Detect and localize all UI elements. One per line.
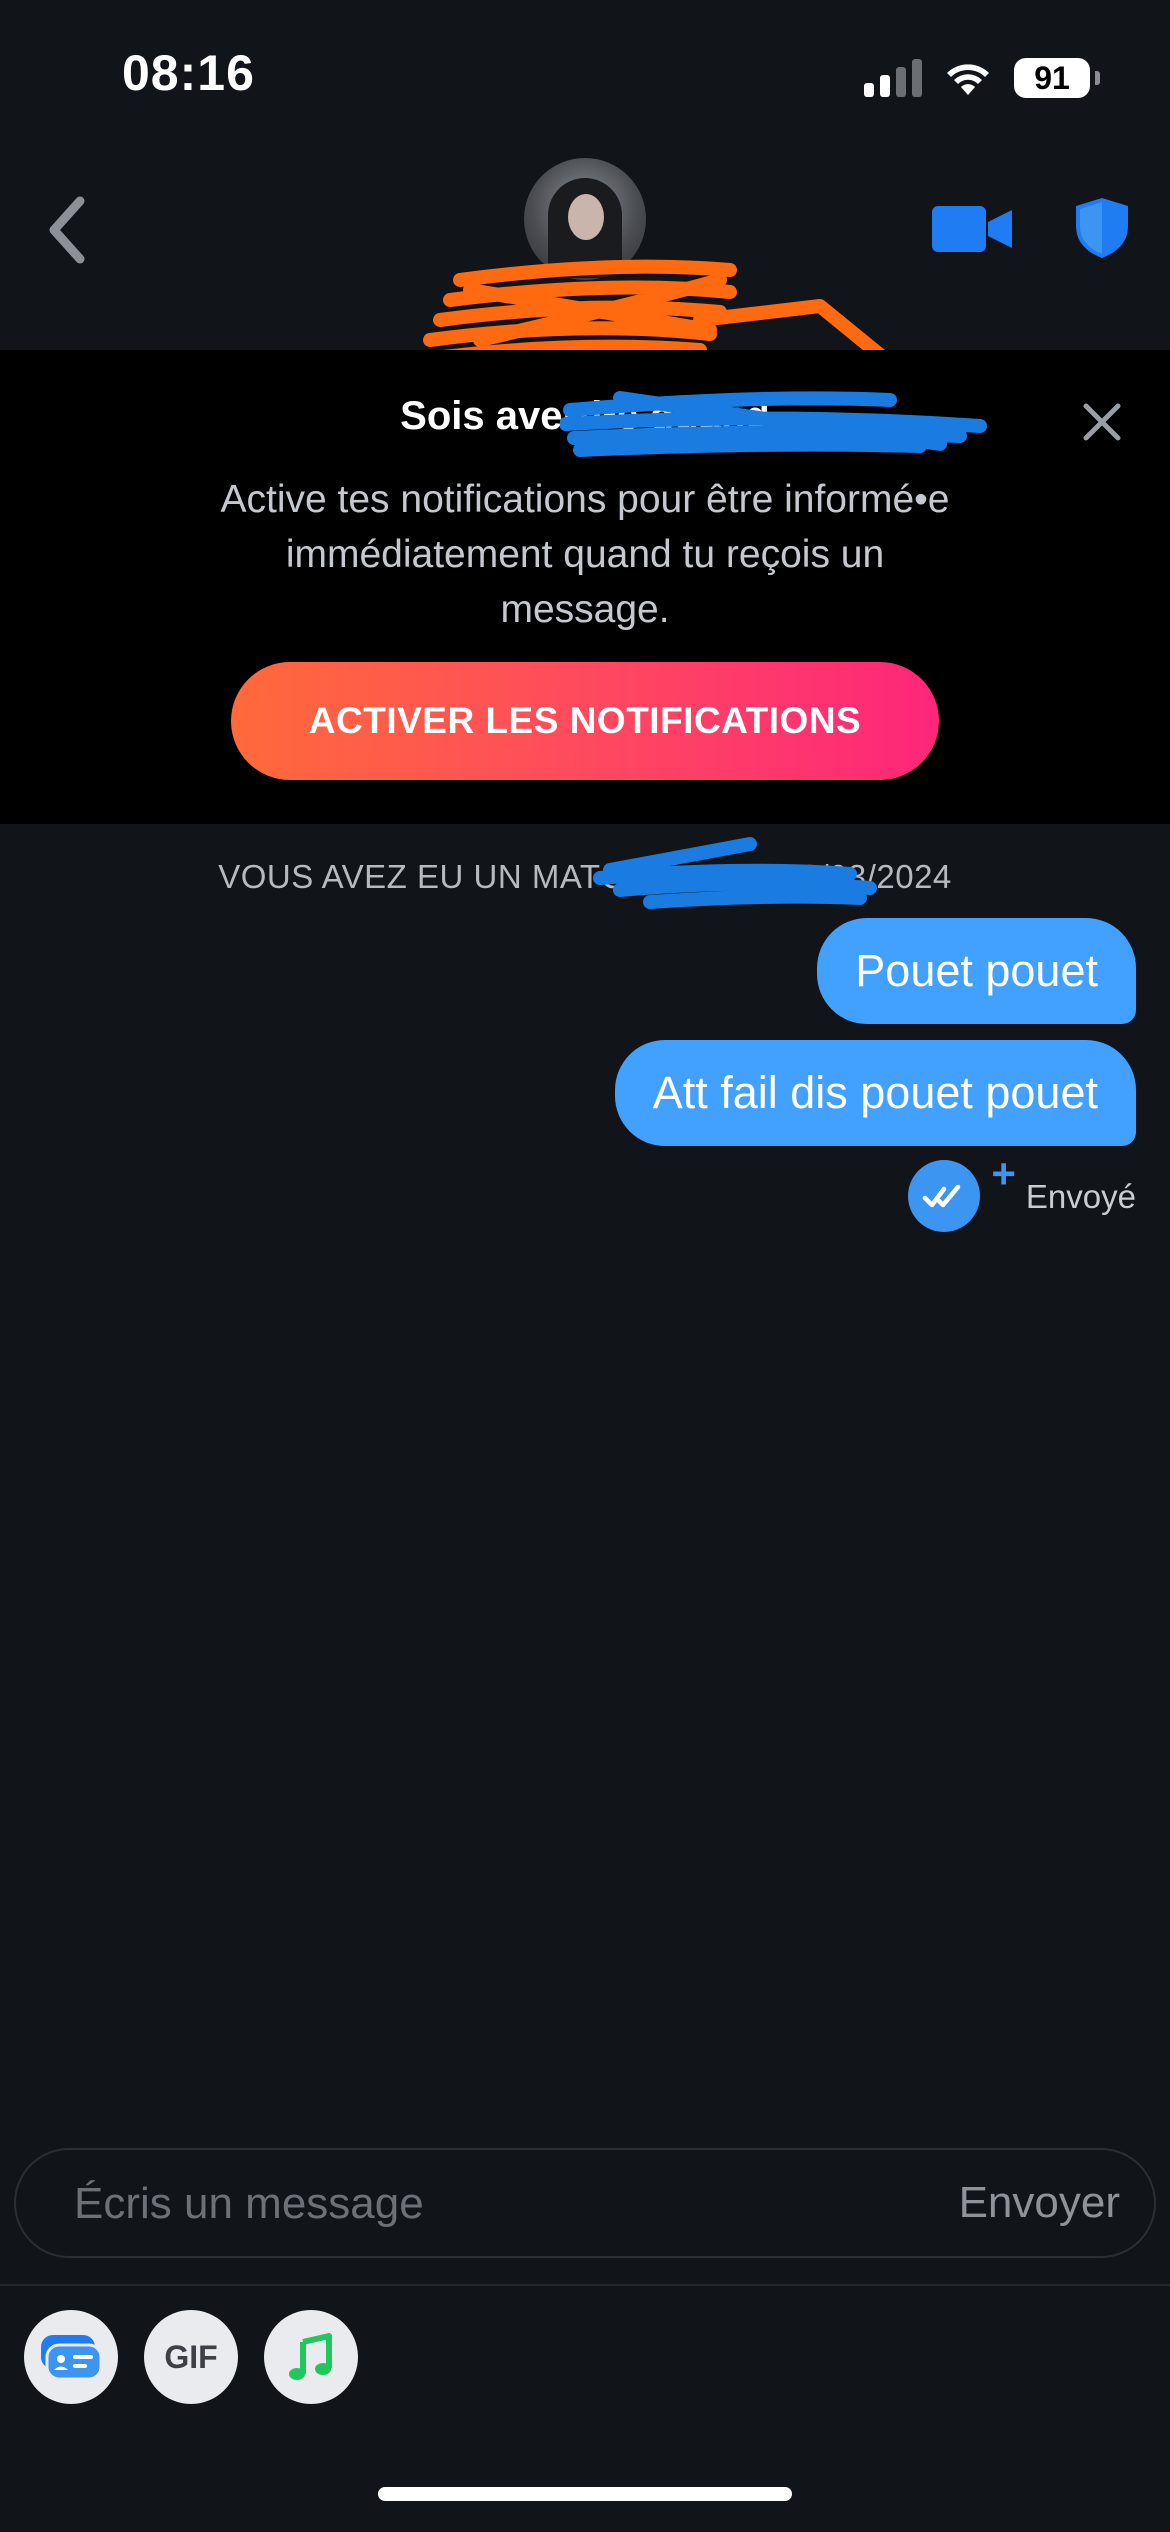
message-input[interactable] xyxy=(72,2150,896,2258)
message-bubble-sent[interactable]: Pouet pouet xyxy=(817,918,1136,1024)
match-date-info: VOUS AVEZ EU UN MATCH A … LE 23/03/2024 xyxy=(218,858,952,895)
shield-icon xyxy=(1076,198,1128,258)
read-receipt-button[interactable]: + xyxy=(907,1150,1016,1234)
redaction-scribble xyxy=(593,837,877,909)
sticker-button[interactable] xyxy=(24,2310,118,2404)
back-button[interactable] xyxy=(36,190,96,270)
notification-description: Active tes notifications pour être infor… xyxy=(220,478,950,631)
send-button[interactable]: Envoyer xyxy=(953,2150,1126,2256)
message-bubble-sent[interactable]: Att fail dis pouet pouet xyxy=(614,1040,1136,1146)
sent-status-label: Envoyé xyxy=(1025,1178,1136,1215)
enable-notifications-button[interactable]: ACTIVER LES NOTIFICATIONS xyxy=(231,662,939,780)
battery-indicator: 91 xyxy=(1014,58,1100,98)
notification-banner: Sois averti•e quand Active tes notificat… xyxy=(0,350,1170,824)
music-button[interactable] xyxy=(264,2310,358,2404)
music-note-icon xyxy=(289,2333,332,2380)
message-composer: Envoyer xyxy=(14,2148,1156,2258)
cellular-signal-icon xyxy=(864,59,922,97)
chat-screen: 08:16 91 Sois averti•e quand Active tes … xyxy=(0,0,1170,2532)
video-call-button[interactable] xyxy=(932,204,1014,254)
close-icon xyxy=(1083,403,1121,441)
message-status: + Envoyé xyxy=(907,1150,1136,1234)
redaction-scribble xyxy=(560,391,987,457)
close-banner-button[interactable] xyxy=(1074,394,1130,450)
gif-button[interactable]: GIF xyxy=(144,2310,238,2404)
wifi-icon xyxy=(947,64,989,95)
plus-icon: + xyxy=(991,1150,1016,1197)
double-check-icon xyxy=(922,1184,961,1208)
divider xyxy=(0,2284,1170,2286)
home-indicator[interactable] xyxy=(378,2487,792,2501)
video-camera-icon xyxy=(932,206,1012,252)
safety-button[interactable] xyxy=(1074,196,1130,260)
status-time: 08:16 xyxy=(122,45,255,101)
sticker-icon xyxy=(41,2335,103,2381)
chevron-left-icon xyxy=(49,196,85,264)
status-icons: 91 xyxy=(864,56,1100,100)
